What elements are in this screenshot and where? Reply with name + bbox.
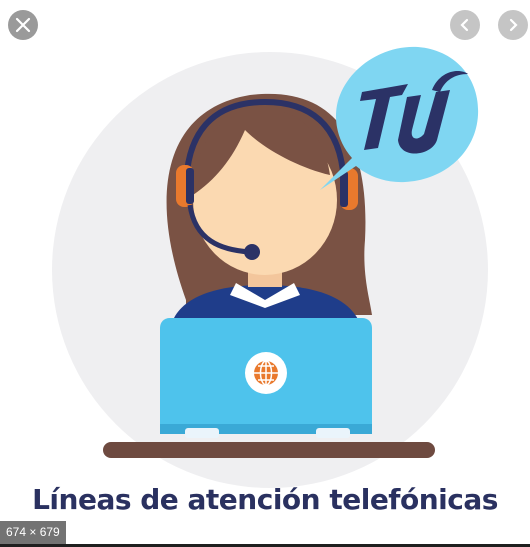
chevron-left-icon: [460, 18, 469, 32]
chevron-right-icon: [509, 18, 518, 32]
image-viewer: Líneas de atención telefónicas 674 × 679: [0, 0, 530, 547]
headset-mic: [244, 244, 260, 260]
desk: [103, 442, 435, 458]
image-size-badge: 674 × 679: [0, 521, 66, 544]
hand-right: [316, 428, 350, 438]
next-image-button[interactable]: [498, 10, 528, 40]
customer-service-illustration: [52, 46, 488, 488]
hand-left: [185, 428, 219, 438]
image-caption: Líneas de atención telefónicas: [32, 483, 498, 516]
previous-image-button[interactable]: [450, 10, 480, 40]
close-button[interactable]: [8, 10, 38, 40]
close-icon: [15, 17, 31, 33]
